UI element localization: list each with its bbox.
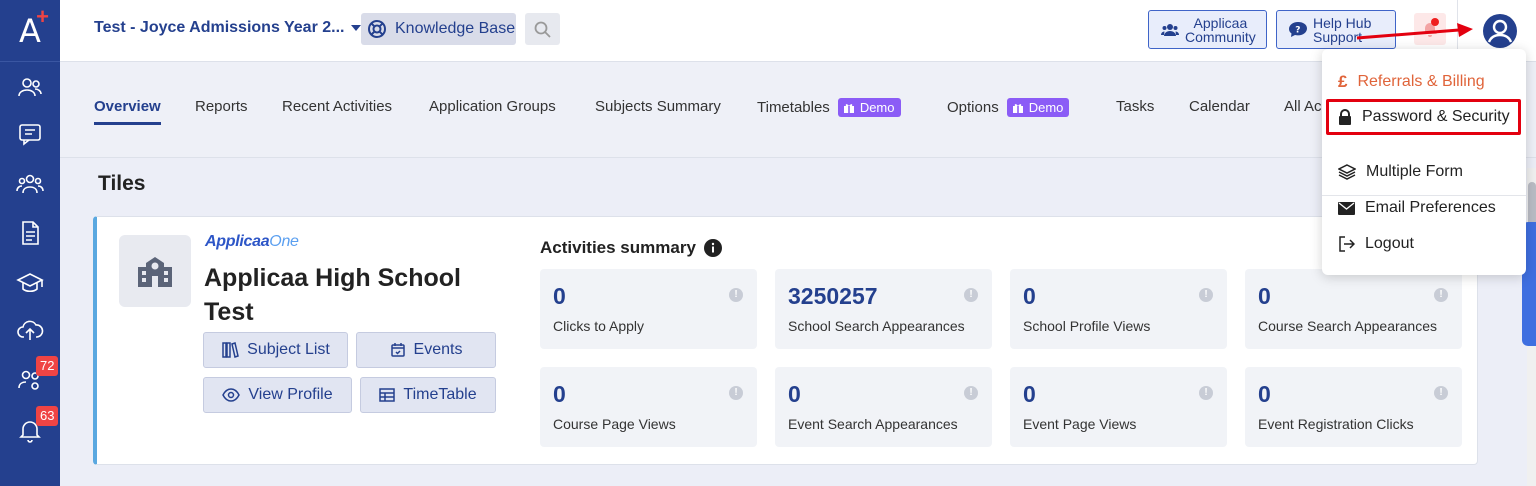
menu-divider	[1322, 195, 1526, 196]
stat-course-page-views: 0 ! Course Page Views	[540, 367, 757, 447]
app-logo[interactable]: A +	[0, 0, 60, 62]
tab-subjects-summary[interactable]: Subjects Summary	[595, 98, 721, 115]
sidebar-item-user-groups[interactable]: 72	[0, 356, 60, 398]
users-icon	[18, 78, 42, 97]
tab-all-activities[interactable]: All Ac	[1284, 98, 1322, 115]
info-icon[interactable]: !	[729, 288, 743, 302]
stat-course-search-appearances: 0 ! Course Search Appearances	[1245, 269, 1462, 349]
main-tabs: Overview Reports Recent Activities Appli…	[60, 62, 1536, 158]
menu-item-multiple-form[interactable]: Multiple Form	[1338, 163, 1463, 181]
stat-event-search-appearances: 0 ! Event Search Appearances	[775, 367, 992, 447]
info-icon[interactable]: !	[729, 386, 743, 400]
books-icon	[222, 342, 240, 358]
activities-summary-title: Activities summary	[540, 238, 722, 258]
user-menu-dropdown: £ Referrals & Billing Password & Securit…	[1322, 49, 1526, 275]
search-icon	[534, 21, 551, 38]
sidebar-item-upload[interactable]	[0, 312, 60, 348]
sidebar-item-notifications[interactable]: 63	[0, 406, 60, 448]
sidebar: A + 72 63	[0, 0, 60, 486]
menu-item-email-preferences[interactable]: Email Preferences	[1338, 199, 1496, 217]
logo-plus-mark: +	[36, 4, 49, 29]
tab-reports[interactable]: Reports	[195, 98, 248, 115]
notifications-badge: 63	[36, 406, 59, 426]
view-profile-button[interactable]: View Profile	[203, 377, 352, 413]
cloud-upload-icon	[17, 320, 44, 340]
user-avatar-icon[interactable]	[1482, 13, 1518, 49]
info-icon[interactable]	[703, 239, 722, 257]
knowledge-base-button[interactable]: Knowledge Base	[361, 13, 516, 45]
users-icon	[1161, 23, 1179, 36]
menu-item-logout[interactable]: Logout	[1338, 235, 1414, 253]
sidebar-item-education[interactable]	[0, 265, 60, 301]
applicaa-one-logo: ApplicaaOne	[205, 233, 299, 250]
info-icon[interactable]: !	[1434, 386, 1448, 400]
sidebar-item-contacts[interactable]	[0, 70, 60, 106]
stat-clicks-to-apply: 0 ! Clicks to Apply	[540, 269, 757, 349]
document-icon	[22, 221, 39, 245]
svg-text:?: ?	[1295, 25, 1300, 35]
logout-icon	[1339, 236, 1355, 252]
events-button[interactable]: Events	[356, 332, 496, 368]
demo-badge: Demo	[1006, 98, 1070, 117]
school-name: Applicaa High School Test	[204, 264, 461, 326]
layers-icon	[1338, 164, 1356, 180]
stat-event-page-views: 0 ! Event Page Views	[1010, 367, 1227, 447]
group-icon	[16, 174, 44, 194]
gift-icon	[1012, 103, 1023, 113]
info-icon[interactable]: !	[1199, 288, 1213, 302]
community-button[interactable]: Applicaa Community	[1148, 10, 1267, 49]
organization-selector[interactable]: Test - Joyce Admissions Year 2...	[94, 19, 362, 37]
envelope-icon	[1338, 201, 1355, 215]
caret-down-icon	[351, 25, 362, 31]
tab-options[interactable]: Options Demo	[947, 98, 1070, 117]
graduation-cap-icon	[16, 273, 44, 293]
tab-recent-activities[interactable]: Recent Activities	[282, 98, 392, 115]
timetable-button[interactable]: TimeTable	[360, 377, 496, 413]
demo-badge: Demo	[837, 98, 901, 117]
stat-school-profile-views: 0 ! School Profile Views	[1010, 269, 1227, 349]
stat-event-registration-clicks: 0 ! Event Registration Clicks	[1245, 367, 1462, 447]
tab-tasks[interactable]: Tasks	[1116, 98, 1154, 115]
sidebar-item-messages[interactable]	[0, 116, 60, 152]
annotation-arrow	[1356, 23, 1473, 40]
tab-overview[interactable]: Overview	[94, 98, 161, 115]
info-icon[interactable]: !	[964, 288, 978, 302]
tab-timetables[interactable]: Timetables Demo	[757, 98, 901, 117]
school-tile-card: ApplicaaOne Applicaa High School Test Su…	[93, 216, 1478, 465]
search-button[interactable]	[525, 13, 560, 45]
active-tab-indicator	[94, 122, 161, 125]
info-icon[interactable]: !	[1199, 386, 1213, 400]
sidebar-item-documents[interactable]	[0, 215, 60, 251]
stat-school-search-appearances: 3250257 ! School Search Appearances	[775, 269, 992, 349]
info-icon[interactable]: !	[1434, 288, 1448, 302]
info-icon[interactable]: !	[964, 386, 978, 400]
message-icon	[19, 124, 41, 146]
subject-list-button[interactable]: Subject List	[203, 332, 348, 368]
menu-item-referrals-billing[interactable]: £ Referrals & Billing	[1338, 72, 1485, 92]
lifebuoy-icon	[368, 20, 386, 38]
sidebar-item-groups[interactable]	[0, 166, 60, 202]
top-bar: Test - Joyce Admissions Year 2... Knowle…	[60, 0, 1536, 62]
tab-calendar[interactable]: Calendar	[1189, 98, 1250, 115]
section-title: Tiles	[98, 172, 146, 195]
chat-question-icon: ?	[1289, 21, 1307, 37]
annotation-highlight-box	[1326, 99, 1521, 135]
table-icon	[379, 388, 396, 402]
calendar-check-icon	[390, 343, 405, 357]
school-building-icon	[119, 235, 191, 307]
groups-badge: 72	[36, 356, 59, 376]
eye-icon	[222, 388, 241, 402]
tab-application-groups[interactable]: Application Groups	[429, 98, 556, 115]
gift-icon	[843, 103, 854, 113]
pound-icon: £	[1338, 72, 1348, 91]
